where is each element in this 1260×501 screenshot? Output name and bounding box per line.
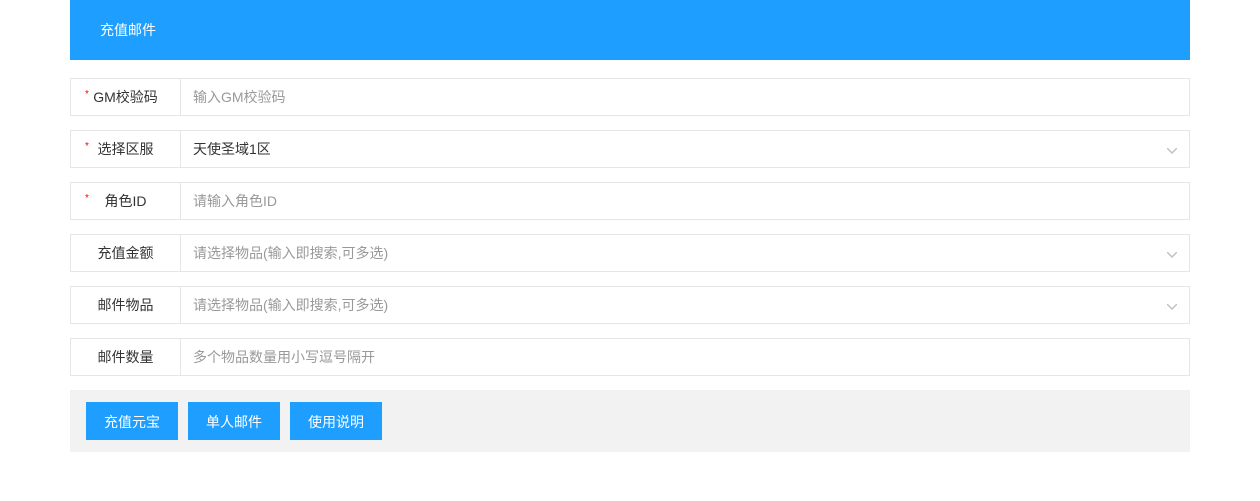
input-gm-code[interactable] — [180, 78, 1190, 116]
input-mail-quantity[interactable] — [180, 338, 1190, 376]
label-mail-items: 邮件物品 — [70, 286, 180, 324]
recharge-yuanbao-button[interactable]: 充值元宝 — [86, 402, 178, 440]
chevron-down-icon — [1167, 245, 1177, 261]
form-row-gm-code: * GM校验码 — [70, 78, 1190, 116]
label-role-id: * 角色ID — [70, 182, 180, 220]
label-server: * 选择区服 — [70, 130, 180, 168]
label-mail-quantity: 邮件数量 — [70, 338, 180, 376]
chevron-down-icon — [1167, 141, 1177, 157]
required-mark: * — [85, 89, 89, 100]
select-recharge-amount-placeholder: 请选择物品(输入即搜索,可多选) — [193, 243, 388, 263]
panel-header: 充值邮件 — [70, 0, 1190, 60]
form-row-role-id: * 角色ID — [70, 182, 1190, 220]
label-text-server: 选择区服 — [98, 139, 154, 159]
label-text-recharge-amount: 充值金额 — [98, 243, 154, 263]
required-mark: * — [85, 193, 89, 204]
form-row-mail-quantity: 邮件数量 — [70, 338, 1190, 376]
select-recharge-amount[interactable]: 请选择物品(输入即搜索,可多选) — [180, 234, 1190, 272]
select-mail-items-placeholder: 请选择物品(输入即搜索,可多选) — [193, 295, 388, 315]
form-row-mail-items: 邮件物品 请选择物品(输入即搜索,可多选) — [70, 286, 1190, 324]
single-mail-button[interactable]: 单人邮件 — [188, 402, 280, 440]
panel-title: 充值邮件 — [100, 22, 156, 38]
button-bar: 充值元宝 单人邮件 使用说明 — [70, 390, 1190, 452]
chevron-down-icon — [1167, 297, 1177, 313]
label-text-gm-code: GM校验码 — [93, 87, 158, 107]
label-text-mail-quantity: 邮件数量 — [98, 347, 154, 367]
usage-instructions-button[interactable]: 使用说明 — [290, 402, 382, 440]
form-row-recharge-amount: 充值金额 请选择物品(输入即搜索,可多选) — [70, 234, 1190, 272]
required-mark: * — [85, 141, 89, 152]
label-gm-code: * GM校验码 — [70, 78, 180, 116]
label-text-role-id: 角色ID — [105, 191, 147, 211]
input-role-id[interactable] — [180, 182, 1190, 220]
label-recharge-amount: 充值金额 — [70, 234, 180, 272]
label-text-mail-items: 邮件物品 — [98, 295, 154, 315]
select-mail-items[interactable]: 请选择物品(输入即搜索,可多选) — [180, 286, 1190, 324]
form-row-server: * 选择区服 天使圣域1区 — [70, 130, 1190, 168]
select-server[interactable]: 天使圣域1区 — [180, 130, 1190, 168]
select-server-value: 天使圣域1区 — [193, 139, 271, 159]
